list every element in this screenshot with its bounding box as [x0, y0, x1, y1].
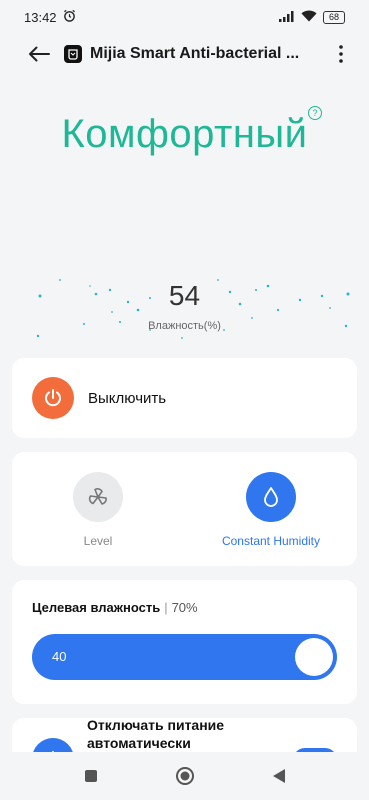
- wifi-icon: [301, 10, 317, 25]
- page-title: Mijia Smart Anti-bacterial ...: [90, 45, 300, 62]
- app-header: Mijia Smart Anti-bacterial ...: [0, 36, 369, 72]
- humidity-label: Влажность(%): [148, 320, 221, 332]
- target-humidity-title: Целевая влажность: [32, 600, 161, 615]
- power-icon: [32, 377, 74, 419]
- home-button[interactable]: [173, 764, 197, 788]
- target-humidity-slider[interactable]: 40: [32, 634, 337, 680]
- recents-button[interactable]: [79, 764, 103, 788]
- power-off-button[interactable]: Выключить: [12, 358, 357, 438]
- mode-constant-humidity-label: Constant Humidity: [221, 534, 321, 548]
- auto-power-off-label: Отключать питание автоматически: [87, 717, 225, 751]
- signal-icon: [279, 10, 295, 25]
- system-nav-bar: [0, 752, 369, 800]
- slider-knob[interactable]: [295, 638, 333, 676]
- target-separator: |: [164, 600, 168, 615]
- power-label: Выключить: [88, 389, 167, 407]
- target-humidity-heading: Целевая влажность | 70%: [32, 600, 198, 615]
- back-button[interactable]: [267, 764, 291, 788]
- mode-selector: Level Constant Humidity: [12, 452, 357, 566]
- status-bar: 13:42 68: [0, 0, 369, 34]
- target-humidity-card: Целевая влажность | 70% 40: [12, 580, 357, 704]
- more-options-icon[interactable]: [329, 39, 353, 69]
- back-arrow-icon[interactable]: [24, 39, 54, 69]
- mode-level-button[interactable]: Level: [38, 472, 158, 548]
- water-drop-icon: [246, 472, 296, 522]
- alarm-icon: [63, 9, 76, 25]
- mode-level-label: Level: [83, 534, 113, 548]
- target-humidity-value: 70%: [171, 600, 198, 615]
- mode-constant-humidity-button[interactable]: Constant Humidity: [211, 472, 331, 548]
- battery-indicator: 68: [323, 10, 345, 24]
- device-logo-icon: [64, 45, 82, 63]
- status-time: 13:42: [24, 9, 57, 25]
- humidity-value: 54: [168, 280, 201, 311]
- help-icon[interactable]: ?: [308, 106, 322, 120]
- fan-icon: [73, 472, 123, 522]
- slider-min-value: 40: [52, 649, 67, 664]
